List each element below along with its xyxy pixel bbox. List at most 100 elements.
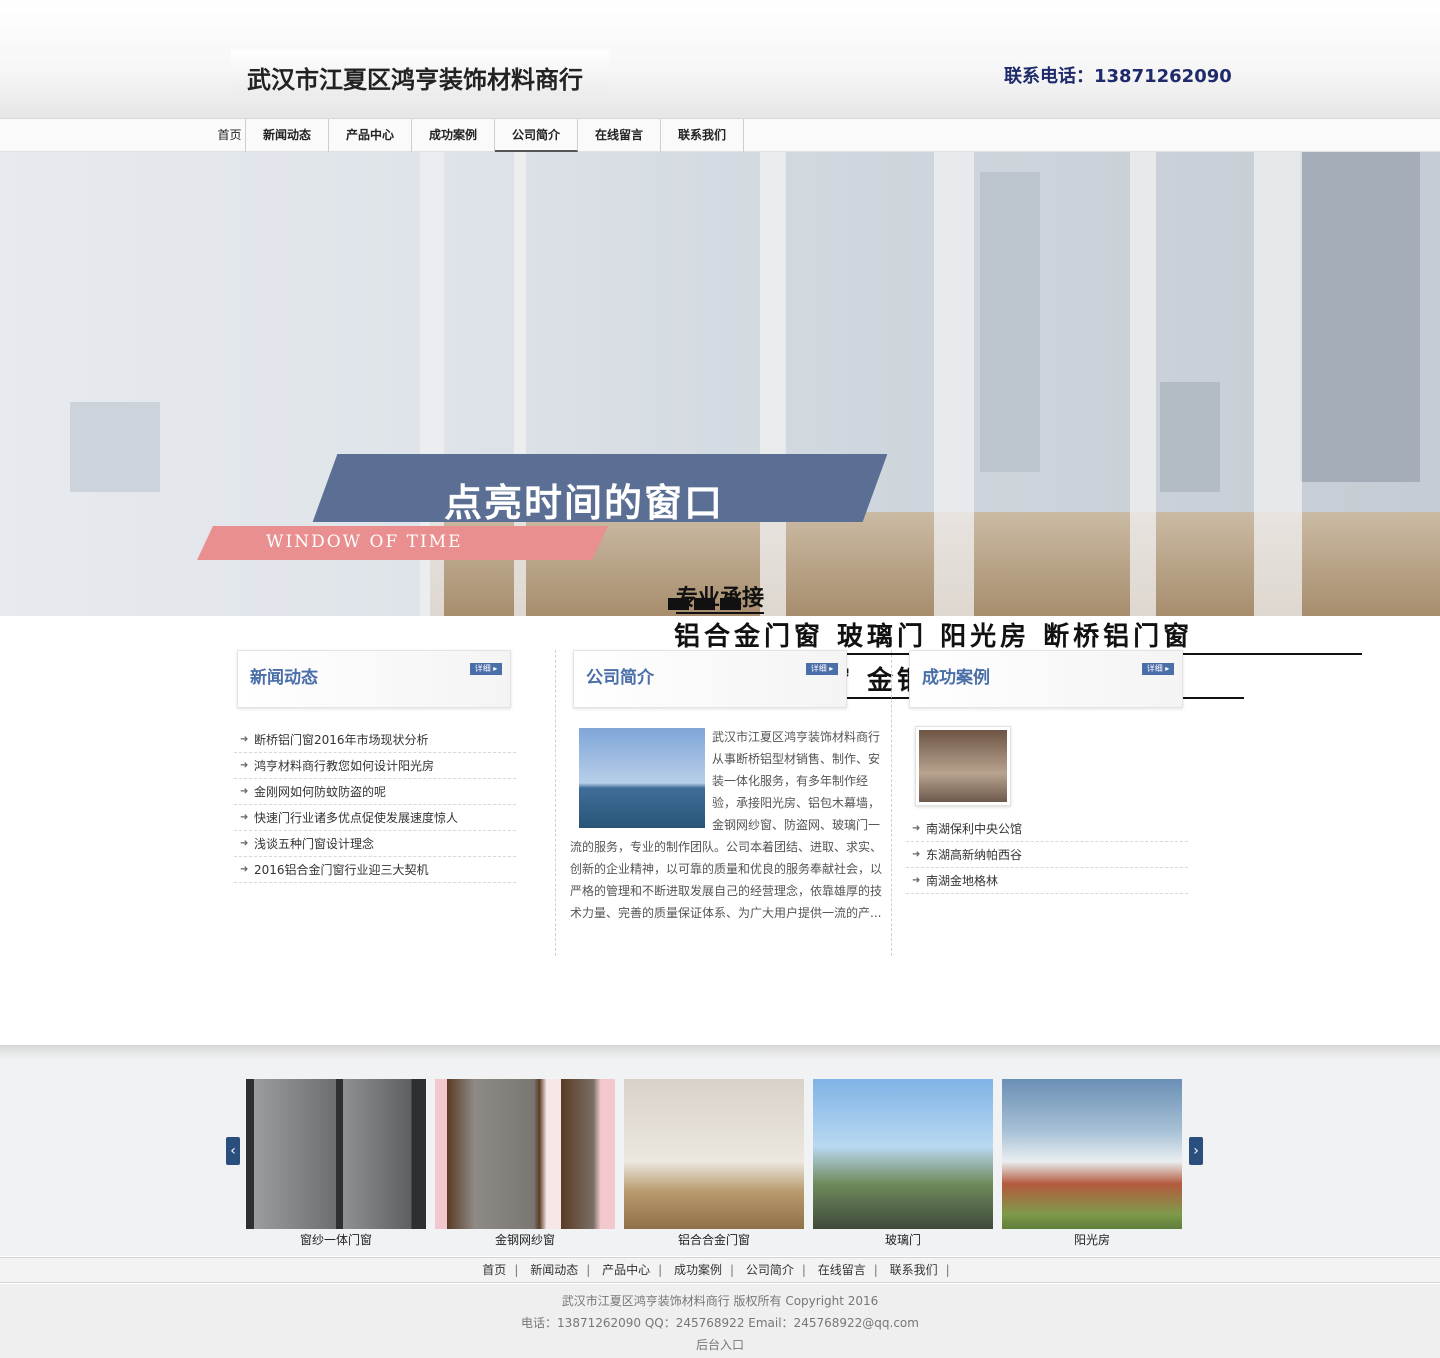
nav-cases[interactable]: 成功案例 [412, 119, 495, 152]
news-more-button[interactable]: 详细 ▸ [470, 663, 502, 675]
logo-box[interactable]: 武汉市江夏区鸿亨装饰材料商行 [231, 50, 609, 96]
product-card[interactable]: 铝合合金门窗 [624, 1079, 804, 1251]
news-item[interactable]: ➜ 鸿亨材料商行教您如何设计阳光房 [234, 753, 516, 779]
window-frame [760, 152, 786, 616]
footer-separator: | [514, 1263, 519, 1277]
footer-contact-info: 电话：13871262090 QQ：245768922 Email：245768… [521, 1316, 919, 1330]
banner-skyline [980, 172, 1040, 472]
window-frame [1254, 152, 1302, 616]
bullet-icon: ➜ [912, 849, 921, 860]
window-frame [934, 152, 974, 616]
news-item-label[interactable]: 金刚网如何防蚊防盗的呢 [254, 785, 386, 799]
nav-message[interactable]: 在线留言 [578, 119, 661, 152]
case-image [919, 730, 1007, 802]
cases-more-button[interactable]: 详细 ▸ [1142, 663, 1174, 675]
product-caption[interactable]: 阳光房 [1002, 1229, 1182, 1251]
news-section: 新闻动态 详细 ▸ ➜ 断桥铝门窗2016年市场现状分析 ➜ 鸿亨材料商行教您如何设… [234, 650, 573, 883]
footer-link-contact[interactable]: 联系我们 [890, 1263, 938, 1277]
case-item-label[interactable]: 南湖金地格林 [926, 874, 998, 888]
footer-separator: | [658, 1263, 663, 1277]
bullet-icon: ➜ [912, 875, 921, 886]
cases-header: 成功案例 详细 ▸ [909, 650, 1183, 708]
nav-contact[interactable]: 联系我们 [661, 119, 744, 152]
case-item[interactable]: ➜ 东湖高新纳帕西谷 [906, 842, 1188, 868]
footer-link-news[interactable]: 新闻动态 [530, 1263, 578, 1277]
case-item[interactable]: ➜ 南湖保利中央公馆 [906, 816, 1188, 842]
news-list: ➜ 断桥铝门窗2016年市场现状分析 ➜ 鸿亨材料商行教您如何设计阳光房 ➜ 金刚网如… [234, 727, 516, 883]
footer-separator: | [729, 1263, 735, 1277]
bullet-icon: ➜ [240, 786, 249, 797]
footer-separator: | [586, 1263, 591, 1277]
product-caption[interactable]: 金钢网纱窗 [435, 1229, 615, 1251]
about-text-block: 武汉市江夏区鸿亨装饰材料商行从事断桥铝型材销售、制作、安装一体化服务，有多年制作… [570, 726, 884, 924]
product-image[interactable] [246, 1079, 426, 1229]
nav-products[interactable]: 产品中心 [329, 119, 412, 152]
news-item-label[interactable]: 断桥铝门窗2016年市场现状分析 [254, 733, 429, 747]
product-caption[interactable]: 窗纱一体门窗 [246, 1229, 426, 1251]
company-logo-text[interactable]: 武汉市江夏区鸿亨装饰材料商行 [247, 60, 583, 95]
banner-subtitle: WINDOW OF TIME [266, 532, 463, 552]
about-more-button[interactable]: 详细 ▸ [806, 663, 838, 675]
case-item-label[interactable]: 东湖高新纳帕西谷 [926, 848, 1022, 862]
footer-link-cases[interactable]: 成功案例 [674, 1263, 722, 1277]
about-title: 公司简介 [586, 668, 654, 688]
news-header: 新闻动态 详细 ▸ [237, 650, 511, 708]
product-card[interactable]: 阳光房 [1002, 1079, 1182, 1251]
footer-link-home[interactable]: 首页 [482, 1263, 506, 1277]
case-item-label[interactable]: 南湖保利中央公馆 [926, 822, 1022, 836]
news-title: 新闻动态 [250, 668, 318, 688]
slider-dot[interactable] [720, 598, 741, 610]
news-item[interactable]: ➜ 断桥铝门窗2016年市场现状分析 [234, 727, 516, 753]
bullet-icon: ➜ [240, 734, 249, 745]
product-image[interactable] [813, 1079, 993, 1229]
news-item-label[interactable]: 2016铝合金门窗行业迎三大契机 [254, 863, 429, 877]
product-image[interactable] [1002, 1079, 1182, 1229]
news-item[interactable]: ➜ 快速门行业诸多优点促使发展速度惊人 [234, 805, 516, 831]
product-image[interactable] [435, 1079, 615, 1229]
site-footer: 武汉市江夏区鸿亨装饰材料商行 版权所有 Copyright 2016 电话：13… [0, 1284, 1440, 1358]
carousel-prev-arrow-icon[interactable]: ‹ [226, 1137, 240, 1165]
product-card[interactable]: 窗纱一体门窗 [246, 1079, 426, 1251]
product-caption[interactable]: 铝合合金门窗 [624, 1229, 804, 1251]
news-item[interactable]: ➜ 浅谈五种门窗设计理念 [234, 831, 516, 857]
column-divider [555, 650, 556, 956]
case-item[interactable]: ➜ 南湖金地格林 [906, 868, 1188, 894]
banner-skyline [1300, 152, 1420, 482]
product-caption[interactable]: 玻璃门 [813, 1229, 993, 1251]
footer-nav: 首页 | 新闻动态 | 产品中心 | 成功案例 | 公司简介 | 在线留言 | 联系我们 | [0, 1257, 1440, 1283]
cases-list: ➜ 南湖保利中央公馆 ➜ 东湖高新纳帕西谷 ➜ 南湖金地格林 [906, 816, 1188, 894]
admin-login-link[interactable]: 后台入口 [696, 1338, 744, 1352]
column-divider [891, 650, 892, 956]
footer-link-products[interactable]: 产品中心 [602, 1263, 650, 1277]
news-item[interactable]: ➜ 2016铝合金门窗行业迎三大契机 [234, 857, 516, 883]
main-nav: 首页 新闻动态 产品中心 成功案例 公司简介 在线留言 联系我们 [0, 118, 1440, 152]
bullet-icon: ➜ [240, 812, 249, 823]
footer-separator: | [873, 1263, 878, 1277]
product-image[interactable] [624, 1079, 804, 1229]
hero-banner[interactable] [0, 152, 1440, 616]
news-item-label[interactable]: 鸿亨材料商行教您如何设计阳光房 [254, 759, 434, 773]
product-card[interactable]: 玻璃门 [813, 1079, 993, 1251]
cases-section: 成功案例 详细 ▸ ➜ 南湖保利中央公馆 ➜ 东湖高新纳帕西谷 ➜ 南湖金地格林 [906, 650, 1245, 894]
cases-title: 成功案例 [922, 668, 990, 688]
product-card[interactable]: 金钢网纱窗 [435, 1079, 615, 1251]
about-section: 公司简介 详细 ▸ 武汉市江夏区鸿亨装饰材料商行从事断桥铝型材销售、制作、安装一… [570, 650, 909, 920]
news-item[interactable]: ➜ 金刚网如何防蚊防盗的呢 [234, 779, 516, 805]
bullet-icon: ➜ [240, 760, 249, 771]
footer-link-about[interactable]: 公司简介 [746, 1263, 794, 1277]
slider-dots [668, 598, 741, 610]
slider-dot[interactable] [694, 598, 715, 610]
news-item-label[interactable]: 浅谈五种门窗设计理念 [254, 837, 374, 851]
bullet-icon: ➜ [912, 823, 921, 834]
footer-link-message[interactable]: 在线留言 [818, 1263, 866, 1277]
banner-skyline [70, 402, 160, 492]
slider-dot[interactable] [668, 598, 689, 610]
about-header: 公司简介 详细 ▸ [573, 650, 847, 708]
carousel-next-arrow-icon[interactable]: › [1189, 1137, 1203, 1165]
nav-about[interactable]: 公司简介 [495, 119, 578, 152]
nav-home[interactable]: 首页 [214, 119, 246, 152]
bullet-icon: ➜ [240, 838, 249, 849]
case-thumbnail[interactable] [915, 726, 1011, 806]
news-item-label[interactable]: 快速门行业诸多优点促使发展速度惊人 [254, 811, 458, 825]
nav-news[interactable]: 新闻动态 [246, 119, 329, 152]
